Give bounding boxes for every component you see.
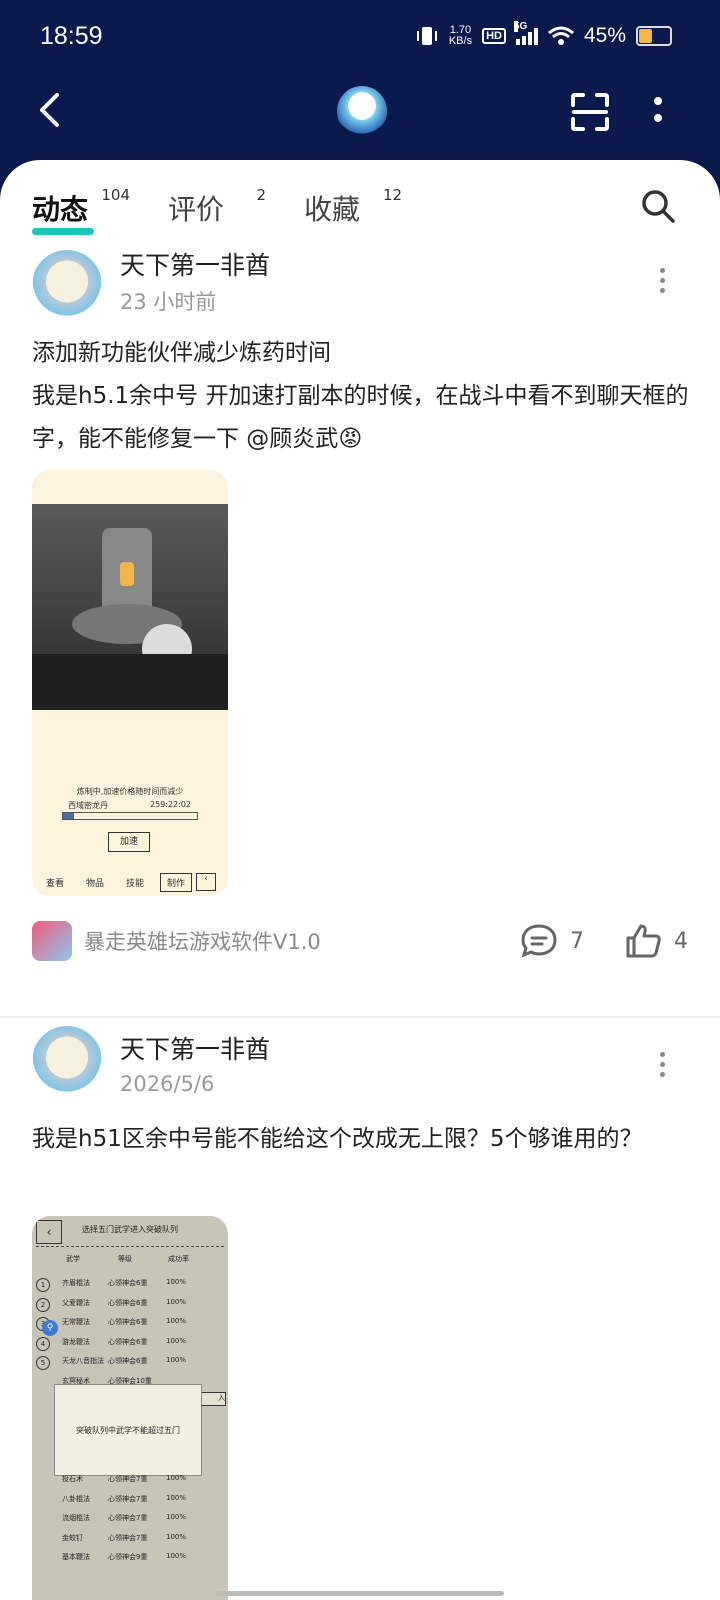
skill-row: 八卦棍法 心领神会7重 100% <box>62 1493 187 1503</box>
skill-row: 投石术 心领神会7重 100% <box>62 1474 187 1483</box>
post-more-icon[interactable] <box>660 1052 666 1082</box>
post-text: 我是h51区余中号能不能给这个改成无上限？5个够谁用的？ <box>32 1126 643 1152</box>
game-app-icon[interactable] <box>32 921 72 961</box>
craft-progress <box>62 812 198 820</box>
skill-row: 4 游龙鞭法 心领神会6重 100% <box>32 1336 228 1355</box>
like-button[interactable]: 4 <box>624 923 688 959</box>
status-time: 18:59 <box>40 22 103 50</box>
skill-row: 5 天龙八音指法 心领神会6重 100% <box>32 1356 228 1374</box>
skill-row: 2 父爱鞭法 心领神会6重 100% <box>32 1297 228 1316</box>
avatar[interactable] <box>32 1026 102 1096</box>
post-author[interactable]: 天下第一非酋 <box>120 1030 270 1066</box>
post-image[interactable]: 炼制中,加速价格随时间而减少 西域密龙丹 259:22:02 加速 查看 物品 … <box>32 470 228 896</box>
active-tab-indicator <box>32 228 94 235</box>
scan-icon[interactable] <box>568 90 612 134</box>
skill-row: 金蛟钉 心领神会7重 100% <box>62 1532 187 1542</box>
post-time: 2026/5/6 <box>120 1072 215 1096</box>
post-divider <box>0 1016 720 1018</box>
game-app-name[interactable]: 暴走英雄坛游戏软件V1.0 <box>84 926 480 956</box>
vibrate-icon <box>416 27 437 45</box>
post-author[interactable]: 天下第一非酋 <box>120 246 270 282</box>
skill-row: 流烟棍法 心领神会7重 100% <box>62 1513 187 1522</box>
search-icon[interactable] <box>640 188 676 228</box>
post-item[interactable]: 天下第一非酋 2026/5/6 我是h51区余中号能不能给这个改成无上限？5个够… <box>0 1020 720 1600</box>
skill-row: 基本鞭法 心领神会9重 100% <box>62 1552 187 1561</box>
craft-item: 西域密龙丹 <box>68 801 108 810</box>
battery-icon <box>636 26 672 46</box>
skill-queue-title: 选择五门武学进入突破队列 <box>82 1225 178 1234</box>
content-card: 动态 104 评价 2 收藏 12 天下第一非酋 23 小时前 添加新功能伙伴减少炼药… <box>0 160 720 1600</box>
post-footer: 暴走英雄坛游戏软件V1.0 7 4 <box>32 919 688 963</box>
post-time: 23 小时前 <box>120 290 217 314</box>
angry-emoji-icon: 😡 <box>338 426 363 452</box>
post-more-icon[interactable] <box>660 268 666 298</box>
speedup-button: 加速 <box>108 832 150 852</box>
comment-icon <box>521 924 557 958</box>
scene-image <box>32 504 228 710</box>
network-speed: 1.70 KB/s <box>448 24 473 47</box>
skill-row: 1 齐眉棍法 心领神会6重 100% <box>32 1278 228 1296</box>
game-back-icon: ‹ <box>196 873 217 891</box>
post-text: 添加新功能伙伴减少炼药时间 我是h5.1余中号 开加速打副本的时候，在战斗中看不… <box>32 340 689 452</box>
status-icons: 1.70 KB/s HD 5G 45% <box>415 21 672 48</box>
warning-dialog: 突破队列中武学不能超过五门 <box>54 1384 202 1476</box>
back-arrow-icon[interactable] <box>30 90 70 130</box>
floating-search-icon: ⚲ <box>42 1320 58 1336</box>
cell-signal-icon: 5G <box>513 21 538 45</box>
comment-button[interactable]: 7 <box>520 923 584 959</box>
wifi-icon <box>548 26 574 45</box>
tab-bar: 动态 104 评价 2 收藏 12 <box>32 186 402 235</box>
home-indicator <box>216 1591 504 1596</box>
game-bottom-nav: 查看 物品 技能 制作 ‹ <box>32 868 228 896</box>
tab-favorites[interactable]: 收藏 12 <box>304 186 402 228</box>
status-bar: 18:59 1.70 KB/s HD 5G 45% <box>0 0 720 78</box>
craft-countdown: 259:22:02 <box>150 800 192 809</box>
game-logo <box>337 86 387 136</box>
skill-row: 3无常鞭法心领神会6重100% <box>32 1317 228 1335</box>
hd-badge: HD <box>482 28 506 44</box>
more-vertical-icon[interactable] <box>648 92 668 128</box>
tab-dynamics[interactable]: 动态 104 <box>32 186 130 235</box>
post-image[interactable]: ‹ 选择五门武学进入突破队列 武学 等级 成功率 1 齐眉棍法 心领神会6重 100%… <box>32 1216 228 1600</box>
tab-reviews[interactable]: 评价 2 <box>168 186 266 228</box>
post-item[interactable]: 天下第一非酋 23 小时前 添加新功能伙伴减少炼药时间 我是h5.1余中号 开加… <box>0 242 720 1002</box>
battery-percent: 45% <box>583 24 626 47</box>
thumbs-up-icon <box>626 924 661 958</box>
avatar[interactable] <box>32 250 102 320</box>
craft-caption: 炼制中,加速价格随时间而减少 <box>76 787 184 796</box>
